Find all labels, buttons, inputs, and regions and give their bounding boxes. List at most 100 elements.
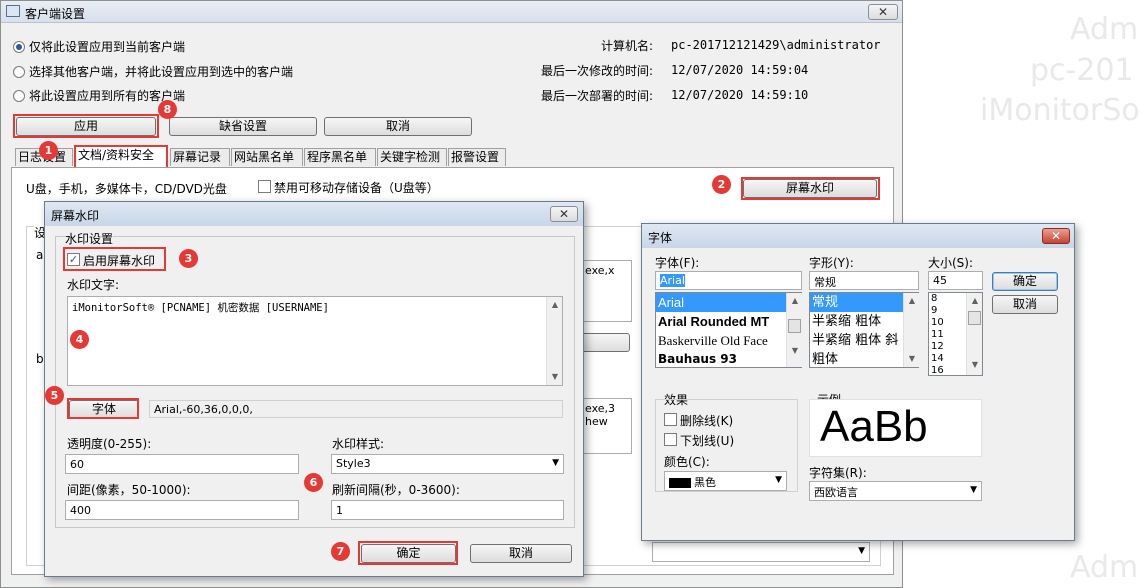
font-family-value: Arial [660, 274, 685, 287]
scroll-down-icon[interactable]: ▼ [904, 351, 920, 367]
dialog-title-bar: 屏幕水印 ✕ [45, 202, 583, 226]
scroll-track[interactable] [967, 327, 982, 357]
refresh-value: 1 [336, 504, 343, 517]
font-style-value: 常规 [814, 276, 836, 289]
tab-keyword-detection[interactable]: 关键字检测 [377, 148, 447, 166]
usb-disable-checkbox[interactable] [258, 180, 271, 193]
list-item[interactable]: Baskerville Old Face [656, 331, 801, 350]
scroll-down-icon[interactable]: ▼ [787, 343, 803, 359]
cancel-button[interactable]: 取消 [992, 295, 1058, 314]
color-value: 黑色 [694, 476, 716, 489]
dialog-title: 屏幕水印 [51, 209, 100, 223]
tab-program-blacklist[interactable]: 程序黑名单 [304, 148, 376, 166]
watermark-text-label: 水印文字: [67, 278, 120, 292]
vertical-scrollbar[interactable]: ▲ ▼ [966, 293, 982, 375]
close-button[interactable]: ✕ [550, 206, 578, 222]
last-modified-label: 最后一次修改的时间: [541, 64, 654, 78]
computer-name-label: 计算机名: [601, 39, 654, 53]
radio-selected-clients[interactable]: 选择其他客户端，并将此设置应用到选中的客户端 [13, 63, 293, 80]
color-select[interactable]: 黑色 ▼ [664, 471, 787, 491]
list-item[interactable]: 半紧缩 粗体 斜 [810, 331, 918, 350]
color-label: 颜色(C): [664, 455, 710, 469]
radio-all-clients[interactable]: 将此设置应用到所有的客户端 [13, 87, 185, 104]
step-badge-3: 3 [179, 249, 198, 268]
scroll-up-icon[interactable]: ▲ [547, 297, 563, 313]
window-title: 客户端设置 [25, 7, 86, 21]
window-icon [6, 5, 20, 17]
dialog-title-bar: 字体 ✕ [642, 224, 1074, 248]
refresh-interval-label: 刷新间隔(秒，0-3600): [332, 483, 460, 497]
charset-label: 字符集(R): [809, 466, 867, 480]
chevron-down-icon: ▼ [970, 485, 977, 495]
opacity-input[interactable]: 60 [65, 454, 299, 474]
list-item[interactable]: Arial Rounded MT [656, 312, 801, 331]
font-family-input[interactable]: Arial [655, 271, 802, 290]
spacing-input[interactable]: 400 [65, 500, 299, 520]
extension-list-a[interactable]: exe,x [580, 260, 632, 322]
tab-alarm-settings[interactable]: 报警设置 [448, 148, 506, 166]
charset-select[interactable]: 西欧语言 ▼ [809, 481, 982, 501]
scroll-thumb[interactable] [968, 311, 981, 325]
watermark-text: Admi [1070, 12, 1139, 47]
step-badge-2: 2 [712, 175, 731, 194]
computer-name-value: pc-201712121429\administrator [671, 38, 881, 52]
close-button[interactable]: ✕ [1042, 228, 1070, 244]
font-family-label: 字体(F): [655, 256, 700, 270]
font-family-list[interactable]: Arial Arial Rounded MT Baskerville Old F… [655, 292, 802, 368]
scroll-track[interactable] [904, 309, 919, 351]
list-item[interactable]: 粗体 [810, 350, 918, 367]
list-text: exe,3 [585, 402, 616, 415]
screen-watermark-dialog: 屏幕水印 ✕ 水印设置 ✓ 启用屏幕水印 水印文字: iMonitorSoft®… [44, 201, 584, 577]
list-item[interactable]: Arial [656, 293, 801, 312]
watermark-text-field[interactable]: iMonitorSoft® [PCNAME] 机密数据 [USERNAME] [67, 296, 563, 386]
color-swatch [669, 478, 691, 488]
list-text: exe,x [585, 264, 615, 277]
vertical-scrollbar[interactable]: ▲ ▼ [546, 297, 562, 385]
scroll-down-icon[interactable]: ▼ [967, 357, 983, 373]
font-value-field: Arial,-60,36,0,0,0, [149, 400, 563, 418]
scroll-down-icon[interactable]: ▼ [547, 369, 563, 385]
font-size-label: 大小(S): [928, 256, 974, 270]
scroll-thumb[interactable] [788, 319, 801, 333]
radio-dot [13, 89, 25, 102]
scroll-track[interactable] [547, 313, 562, 369]
list-item[interactable]: 半紧缩 粗体 [810, 312, 918, 331]
extension-list-b[interactable]: exe,3 hew [580, 398, 632, 454]
radio-dot [13, 40, 25, 53]
underline-checkbox[interactable] [664, 433, 677, 446]
scroll-up-icon[interactable]: ▲ [904, 293, 920, 309]
font-style-input[interactable]: 常规 [809, 271, 919, 290]
group-label: 水印设置 [65, 230, 114, 247]
font-size-input[interactable]: 45 [928, 271, 983, 290]
scroll-up-icon[interactable]: ▲ [967, 293, 983, 309]
partial-button[interactable] [580, 333, 630, 352]
dialog-title: 字体 [648, 231, 673, 245]
cancel-button[interactable]: 取消 [324, 117, 472, 136]
strikeout-checkbox[interactable] [664, 413, 677, 426]
sample-text: AaBb [820, 402, 928, 451]
default-settings-button[interactable]: 缺省设置 [169, 117, 317, 136]
watermark-style-select[interactable]: Style3 ▼ [331, 454, 564, 474]
last-modified-value: 12/07/2020 14:59:04 [671, 63, 809, 77]
tab-screen-record[interactable]: 屏幕记录 [170, 148, 230, 166]
watermark-text: iMonitorSo [980, 93, 1139, 128]
usb-disable-label: 禁用可移动存储设备（U盘等） [274, 181, 439, 195]
list-item[interactable]: Bauhaus 93 [656, 350, 801, 367]
vertical-scrollbar[interactable]: ▲ ▼ [903, 293, 919, 367]
radio-current-client[interactable]: 仅将此设置应用到当前客户端 [13, 38, 185, 55]
step-badge-4: 4 [70, 330, 89, 349]
sample-box: AaBb [809, 399, 982, 457]
ok-button[interactable]: 确定 [992, 272, 1058, 291]
step-badge-5: 5 [45, 386, 64, 405]
highlight-box [13, 114, 159, 138]
scroll-up-icon[interactable]: ▲ [787, 293, 803, 309]
partial-combo[interactable]: ▼ [652, 542, 870, 562]
list-item[interactable]: 常规 [810, 293, 918, 312]
close-button[interactable]: ✕ [868, 4, 898, 20]
cancel-button[interactable]: 取消 [470, 544, 572, 563]
tab-website-blacklist[interactable]: 网站黑名单 [231, 148, 303, 166]
refresh-interval-input[interactable]: 1 [331, 500, 564, 520]
vertical-scrollbar[interactable]: ▲ ▼ [786, 293, 802, 367]
chevron-down-icon: ▼ [775, 475, 782, 485]
step-badge-7: 7 [331, 542, 350, 561]
